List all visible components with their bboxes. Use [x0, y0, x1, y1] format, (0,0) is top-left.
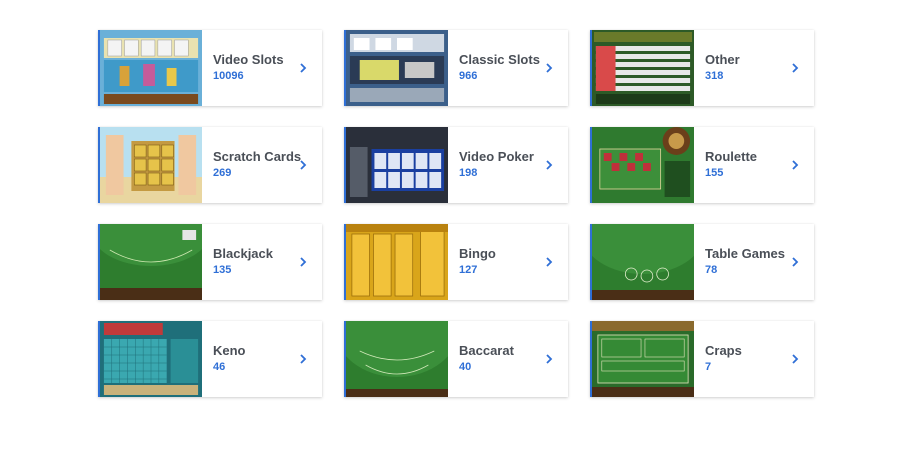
table-games-thumbnail	[590, 224, 694, 300]
craps-thumbnail	[590, 321, 694, 397]
roulette-thumbnail	[590, 127, 694, 203]
blackjack-thumbnail	[98, 224, 202, 300]
chevron-right-icon[interactable]	[544, 159, 554, 171]
other-thumbnail	[590, 30, 694, 106]
category-card-baccarat[interactable]: Baccarat 40	[344, 321, 568, 397]
baccarat-thumbnail	[344, 321, 448, 397]
chevron-right-icon[interactable]	[790, 62, 800, 74]
category-card-roulette[interactable]: Roulette 155	[590, 127, 814, 203]
keno-thumbnail	[98, 321, 202, 397]
category-card-scratch-cards[interactable]: Scratch Cards 269	[98, 127, 322, 203]
category-card-keno[interactable]: Keno 46	[98, 321, 322, 397]
category-card-video-poker[interactable]: Video Poker 198	[344, 127, 568, 203]
chevron-right-icon[interactable]	[298, 256, 308, 268]
category-card-classic-slots[interactable]: Classic Slots 966	[344, 30, 568, 106]
classic-slots-thumbnail	[344, 30, 448, 106]
category-card-bingo[interactable]: Bingo 127	[344, 224, 568, 300]
category-card-other[interactable]: Other 318	[590, 30, 814, 106]
chevron-right-icon[interactable]	[790, 159, 800, 171]
chevron-right-icon[interactable]	[544, 256, 554, 268]
chevron-right-icon[interactable]	[298, 159, 308, 171]
category-card-table-games[interactable]: Table Games 78	[590, 224, 814, 300]
chevron-right-icon[interactable]	[298, 353, 308, 365]
chevron-right-icon[interactable]	[790, 353, 800, 365]
chevron-right-icon[interactable]	[790, 256, 800, 268]
chevron-right-icon[interactable]	[544, 353, 554, 365]
video-poker-thumbnail	[344, 127, 448, 203]
category-card-craps[interactable]: Craps 7	[590, 321, 814, 397]
chevron-right-icon[interactable]	[544, 62, 554, 74]
bingo-thumbnail	[344, 224, 448, 300]
category-card-blackjack[interactable]: Blackjack 135	[98, 224, 322, 300]
chevron-right-icon[interactable]	[298, 62, 308, 74]
game-category-grid: Video Slots 10096 Classic Slots 966 Othe…	[98, 30, 814, 397]
video-slots-thumbnail	[98, 30, 202, 106]
scratch-cards-thumbnail	[98, 127, 202, 203]
category-card-video-slots[interactable]: Video Slots 10096	[98, 30, 322, 106]
